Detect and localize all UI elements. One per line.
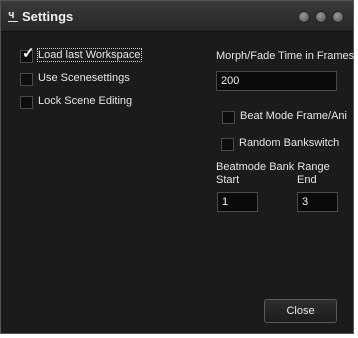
minimize-button[interactable]: [298, 11, 310, 23]
beat-mode-checkbox[interactable]: [222, 111, 235, 124]
close-window-button[interactable]: [332, 11, 344, 23]
morph-fade-time-label: Morph/Fade Time in Frames: [216, 50, 355, 62]
load-last-workspace-checkbox[interactable]: ✓: [20, 46, 35, 63]
bank-range-end-label: End: [297, 174, 317, 186]
random-bankswitch-label[interactable]: Random Bankswitch: [239, 137, 339, 149]
settings-window: ч Settings ✓ Load last Workspace Use Sce…: [0, 0, 354, 334]
load-last-workspace-label[interactable]: Load last Workspace: [37, 48, 142, 62]
use-scenesettings-checkbox[interactable]: [20, 73, 33, 86]
window-title: Settings: [22, 9, 74, 24]
maximize-button[interactable]: [315, 11, 327, 23]
lock-scene-editing-label[interactable]: Lock Scene Editing: [38, 95, 132, 107]
bank-range-end-input[interactable]: 3: [297, 192, 338, 212]
morph-fade-time-input[interactable]: 200: [216, 71, 337, 91]
bank-range-start-label: Start: [216, 174, 240, 186]
bank-range-start-input[interactable]: 1: [217, 192, 258, 212]
beat-mode-label[interactable]: Beat Mode Frame/Ani: [240, 110, 347, 122]
close-button[interactable]: Close: [264, 299, 337, 323]
lock-scene-editing-checkbox[interactable]: [20, 96, 33, 109]
checkmark-icon: ✓: [22, 45, 35, 62]
use-scenesettings-label[interactable]: Use Scenesettings: [38, 72, 130, 84]
app-icon: ч: [8, 9, 18, 22]
title-bar[interactable]: ч Settings: [1, 1, 353, 32]
random-bankswitch-checkbox[interactable]: [221, 138, 234, 151]
bank-range-label: Beatmode Bank Range: [216, 161, 330, 173]
